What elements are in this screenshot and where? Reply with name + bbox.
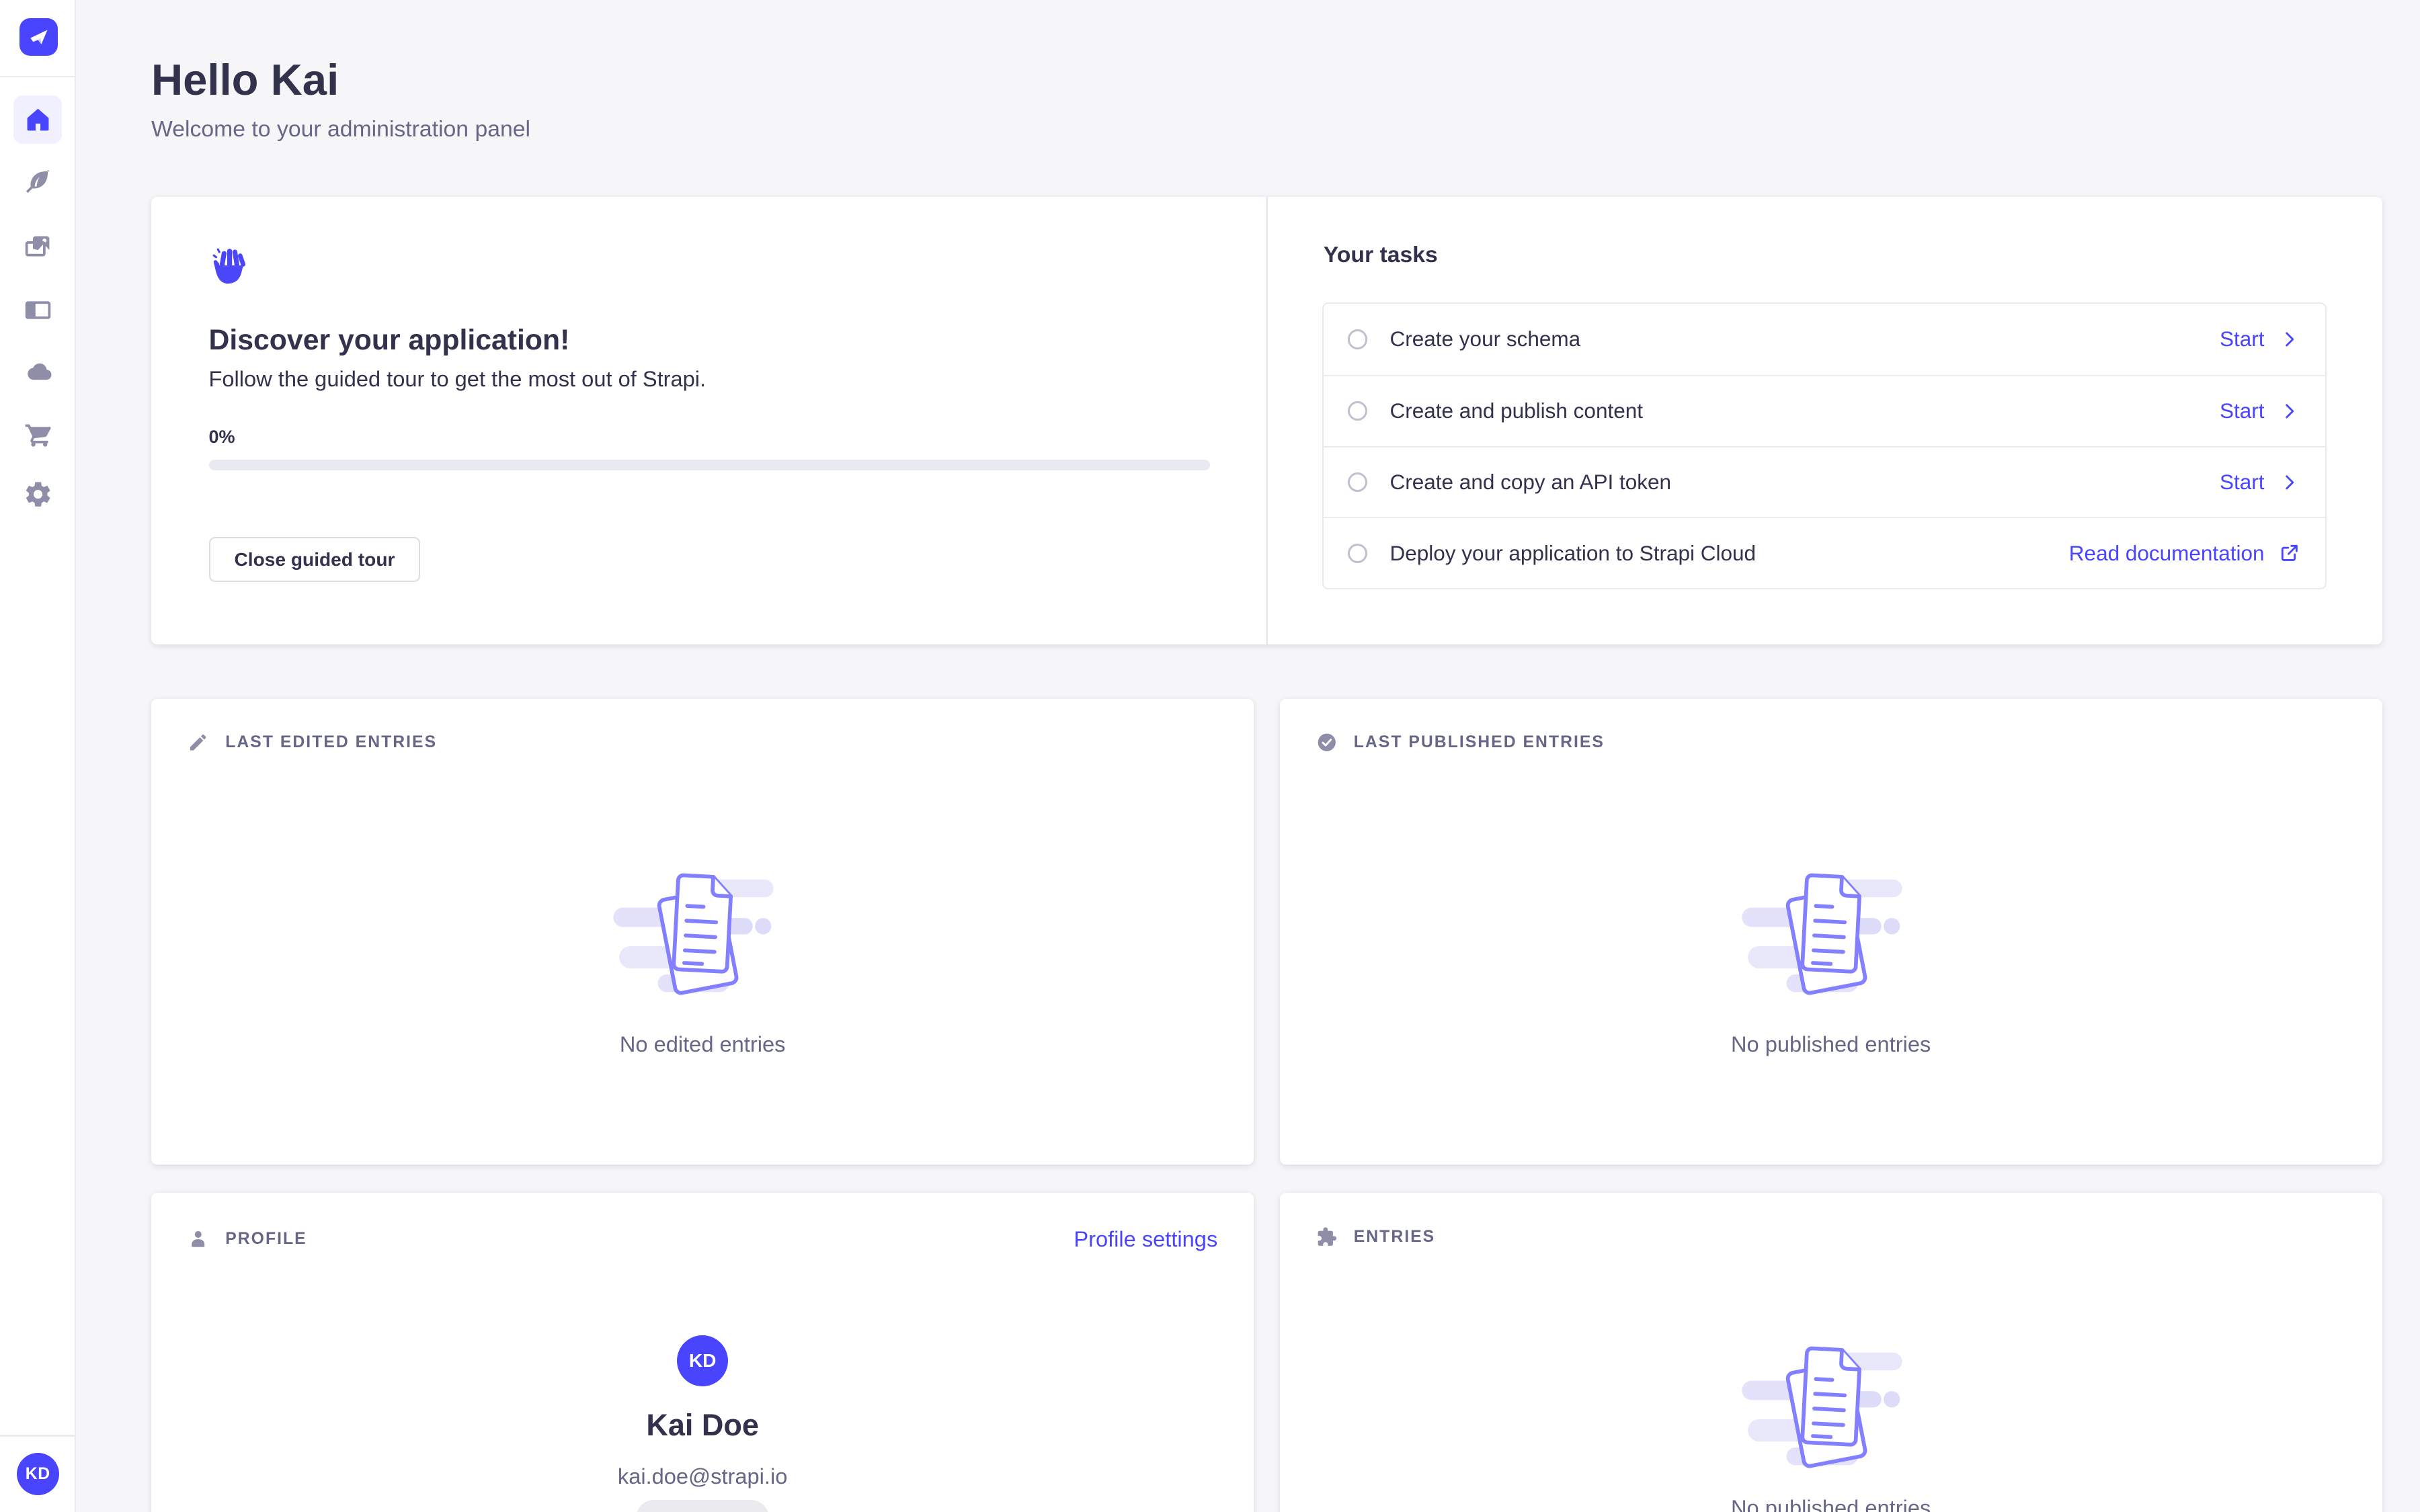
task-label: Create your schema — [1390, 327, 2220, 351]
strapi-admin-dashboard: KD Hello Kai Welcome to your administrat… — [0, 0, 2420, 1512]
sidebar-item-content-manager[interactable] — [13, 159, 62, 207]
empty-state: No published entries — [1280, 753, 2382, 1057]
user-avatar[interactable]: KD — [17, 1453, 59, 1495]
close-guided-tour-button[interactable]: Close guided tour — [209, 537, 421, 583]
profile-email: kai.doe@strapi.io — [618, 1464, 787, 1489]
empty-state: No edited entries — [151, 753, 1254, 1057]
tasks-list: Create your schema Start Create and publ… — [1322, 302, 2327, 589]
external-link-icon — [2278, 542, 2301, 564]
entries-widget: ENTRIES No published entries — [1280, 1193, 2382, 1512]
empty-state-text: No edited entries — [620, 1032, 786, 1057]
task-start-link[interactable]: Start — [2220, 327, 2301, 351]
last-published-entries-widget: LAST PUBLISHED ENTRIES No published entr… — [1280, 699, 2382, 1165]
empty-documents-illustration — [613, 853, 792, 1007]
sidebar-item-content-type-builder[interactable] — [13, 286, 62, 334]
sidebar-item-marketplace[interactable] — [13, 410, 62, 458]
check-circle-icon — [1316, 732, 1338, 753]
task-label: Create and publish content — [1390, 398, 2220, 423]
widget-title: LAST EDITED ENTRIES — [225, 733, 437, 752]
profile-name: Kai Doe — [646, 1408, 759, 1443]
task-action-label: Start — [2220, 398, 2265, 423]
sidebar-item-settings[interactable] — [13, 470, 62, 519]
empty-documents-illustration — [1742, 1326, 1921, 1480]
profile-widget: PROFILE Profile settings KD Kai Doe kai.… — [151, 1193, 1254, 1512]
task-status-circle — [1348, 401, 1367, 421]
task-action-label: Start — [2220, 327, 2265, 351]
task-status-circle — [1348, 544, 1367, 563]
task-label: Create and copy an API token — [1390, 470, 2220, 495]
sidebar-item-cloud[interactable] — [13, 348, 62, 396]
task-action-label: Read documentation — [2069, 541, 2265, 566]
task-read-documentation-link[interactable]: Read documentation — [2069, 541, 2301, 566]
sidebar-item-media-library[interactable] — [13, 222, 62, 271]
profile-avatar[interactable]: KD — [677, 1335, 729, 1387]
task-row: Create and publish content Start — [1324, 375, 2325, 446]
guided-tour-description: Follow the guided tour to get the most o… — [209, 366, 707, 392]
progress-label: 0% — [209, 427, 235, 448]
cart-icon — [23, 419, 53, 449]
chevron-right-icon — [2278, 471, 2301, 494]
person-icon — [188, 1228, 209, 1250]
waving-hand-icon — [209, 245, 255, 291]
cloud-icon — [23, 357, 53, 387]
task-start-link[interactable]: Start — [2220, 470, 2301, 495]
profile-role-badge — [636, 1500, 769, 1512]
profile-body: KD Kai Doe kai.doe@strapi.io — [151, 1252, 1254, 1512]
task-row: Create and copy an API token Start — [1324, 446, 2325, 517]
task-status-circle — [1348, 329, 1367, 349]
task-action-label: Start — [2220, 470, 2265, 495]
task-start-link[interactable]: Start — [2220, 398, 2301, 423]
media-library-icon — [23, 231, 53, 261]
empty-state-text: No published entries — [1731, 1495, 1931, 1512]
onboarding-card: Discover your application! Follow the gu… — [151, 197, 2382, 644]
strapi-logo[interactable] — [19, 18, 57, 56]
home-icon — [23, 104, 53, 134]
sidebar-divider-top — [0, 76, 76, 77]
strapi-logo-icon — [28, 26, 50, 48]
gear-icon — [23, 479, 53, 509]
page-subtitle: Welcome to your administration panel — [151, 116, 530, 142]
guided-tour-title: Discover your application! — [209, 324, 570, 357]
empty-state: No published entries — [1280, 1247, 2382, 1512]
profile-settings-link[interactable]: Profile settings — [1074, 1226, 1217, 1252]
widget-title: LAST PUBLISHED ENTRIES — [1354, 733, 1605, 752]
puzzle-icon — [1316, 1226, 1338, 1248]
content-type-builder-icon — [23, 295, 53, 325]
progress-bar — [209, 460, 1211, 470]
page-title: Hello Kai — [151, 54, 339, 105]
tasks-title: Your tasks — [1324, 242, 1438, 268]
empty-documents-illustration — [1742, 853, 1921, 1007]
task-label: Deploy your application to Strapi Cloud — [1390, 541, 2069, 566]
chevron-right-icon — [2278, 400, 2301, 423]
sidebar: KD — [0, 0, 76, 1512]
task-row: Create your schema Start — [1324, 304, 2325, 375]
onboarding-divider — [1266, 197, 1267, 644]
widget-title: PROFILE — [225, 1230, 307, 1249]
chevron-right-icon — [2278, 328, 2301, 351]
last-edited-entries-widget: LAST EDITED ENTRIES No edited entries — [151, 699, 1254, 1165]
sidebar-item-home[interactable] — [13, 95, 62, 144]
widget-title: ENTRIES — [1354, 1228, 1435, 1247]
task-status-circle — [1348, 472, 1367, 492]
feather-icon — [23, 168, 53, 198]
pencil-icon — [188, 732, 209, 753]
sidebar-divider-bottom — [0, 1435, 76, 1436]
task-row: Deploy your application to Strapi Cloud … — [1324, 517, 2325, 588]
empty-state-text: No published entries — [1731, 1032, 1931, 1057]
